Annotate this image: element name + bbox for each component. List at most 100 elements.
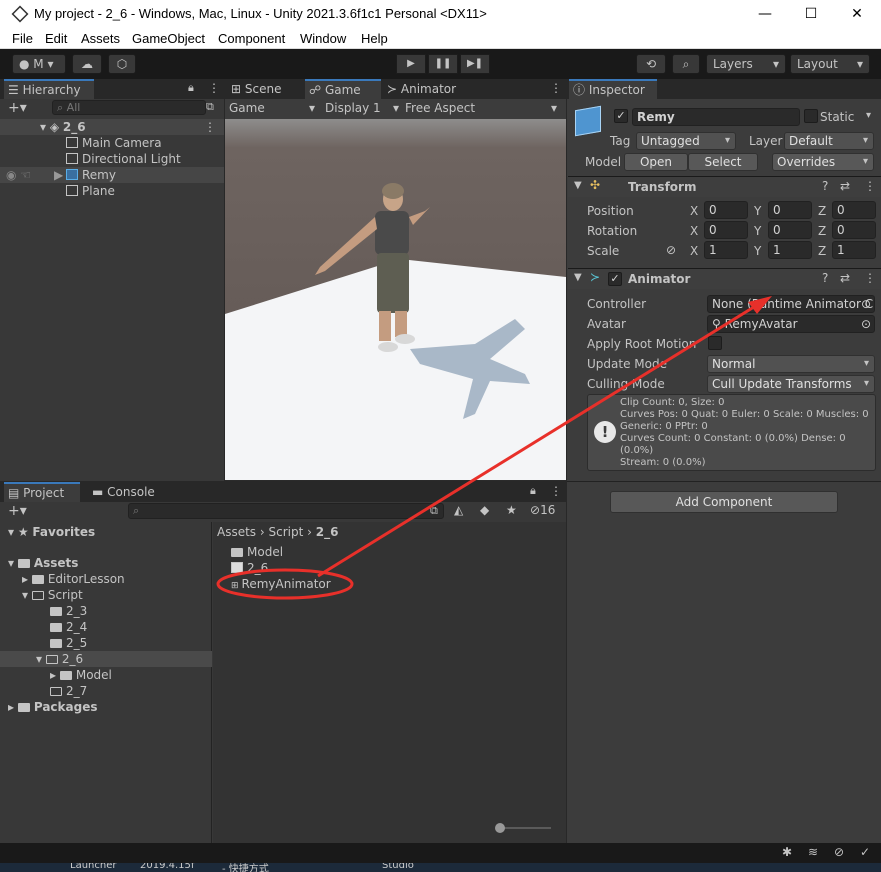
lock-icon[interactable]: 🔒︎ — [530, 484, 536, 498]
rotation-z-field[interactable]: 0 — [832, 221, 876, 239]
filter-type-icon[interactable]: ◭ — [454, 503, 463, 517]
update-mode-dropdown[interactable]: Normal — [707, 355, 875, 373]
folder-2-6[interactable]: ▾ 2_6 — [0, 651, 212, 667]
taskbar-item[interactable]: Launcher — [70, 863, 116, 871]
taskbar-item[interactable]: Studio — [382, 863, 414, 871]
tab-inspector[interactable]: ⓘ Inspector — [569, 79, 657, 99]
folder-2-4[interactable]: 2_4 — [50, 619, 87, 635]
tab-console[interactable]: ▬ Console — [88, 482, 164, 502]
auto-generate-icon[interactable]: ⊘ — [834, 845, 844, 859]
tag-dropdown[interactable]: Untagged — [636, 132, 736, 150]
history-icon[interactable]: ⟲ — [636, 54, 666, 74]
hidden-packages-icon[interactable]: ⊘16 — [530, 503, 555, 517]
collab-icon[interactable]: ⬡ — [108, 54, 136, 74]
overrides-dropdown[interactable]: Overrides — [772, 153, 874, 171]
add-icon[interactable]: +▾ — [8, 503, 27, 519]
taskbar-item[interactable]: 2019.4.15f — [140, 863, 194, 871]
project-search-input[interactable]: ⌕ — [128, 503, 444, 519]
active-checkbox[interactable]: ✓ — [614, 109, 628, 123]
favorite-star-icon[interactable]: ★ — [506, 503, 517, 517]
hierarchy-item-main-camera[interactable]: Main Camera — [66, 135, 162, 151]
scene-row[interactable]: ▾ ◈ 2_6 ⋮ — [0, 119, 224, 135]
file-remy-animator[interactable]: ⊞ RemyAnimator — [231, 576, 331, 592]
help-icon[interactable]: ? — [822, 179, 828, 193]
layers-dropdown[interactable]: Layers ▾ — [706, 54, 786, 74]
breadcrumb-script[interactable]: Script — [269, 525, 304, 539]
position-y-field[interactable]: 0 — [768, 201, 812, 219]
hierarchy-search-input[interactable]: ⌕ All — [52, 100, 206, 115]
apply-root-motion-checkbox[interactable] — [708, 336, 722, 350]
folder-editorlesson[interactable]: ▸ EditorLesson — [22, 571, 125, 587]
cloud-icon[interactable]: ☁ — [72, 54, 102, 74]
folder-script[interactable]: ▾ Script — [22, 587, 83, 603]
static-checkbox[interactable] — [804, 109, 818, 123]
pause-button[interactable]: ❚❚ — [428, 54, 458, 74]
tab-scene[interactable]: ⊞ Scene — [227, 79, 303, 99]
zoom-slider[interactable] — [495, 823, 551, 833]
file-model-folder[interactable]: Model — [231, 544, 283, 560]
add-component-button[interactable]: Add Component — [610, 491, 838, 513]
bug-icon[interactable]: ✱ — [782, 845, 792, 859]
select-model-button[interactable]: Select — [688, 153, 758, 171]
taskbar-item[interactable]: - 快捷方式 — [222, 863, 269, 872]
constrain-proportions-icon[interactable]: ⊘ — [666, 243, 676, 257]
tab-hierarchy[interactable]: ☰ Hierarchy — [4, 79, 94, 99]
menu-gameobject[interactable]: GameObject — [132, 31, 205, 46]
more-icon[interactable]: ⋮ — [208, 81, 220, 95]
stack-icon[interactable]: ≋ — [808, 845, 818, 859]
assets-item[interactable]: ▾ Assets — [8, 555, 78, 571]
folder-2-7[interactable]: 2_7 — [50, 683, 87, 699]
file-scene-2-6[interactable]: 2_6 — [231, 560, 268, 576]
avatar-field[interactable]: ⚲ RemyAvatar ⊙ — [707, 315, 875, 333]
breadcrumb-assets[interactable]: Assets — [217, 525, 256, 539]
more-icon[interactable]: ⋮ — [550, 81, 562, 95]
more-icon[interactable]: ⋮ — [864, 271, 876, 285]
more-icon[interactable]: ⋮ — [864, 179, 876, 193]
hierarchy-item-remy[interactable]: ◉ ☜ ▶ Remy — [0, 167, 224, 183]
game-mode-dropdown[interactable]: Game ▾ — [229, 101, 319, 115]
search-icon[interactable]: ⌕ — [672, 54, 700, 74]
preset-icon[interactable]: ⇄ — [840, 179, 850, 193]
menu-help[interactable]: Help — [361, 31, 388, 46]
static-dropdown-icon[interactable]: ▾ — [866, 110, 871, 121]
favorites-item[interactable]: ▾ ★ Favorites — [8, 524, 95, 540]
animator-enabled-checkbox[interactable]: ✓ — [608, 272, 622, 286]
zoom-slider-handle[interactable] — [495, 823, 505, 833]
menu-edit[interactable]: Edit — [45, 31, 67, 46]
tab-game[interactable]: ☍ Game — [305, 79, 381, 99]
scale-z-field[interactable]: 1 — [832, 241, 876, 259]
visibility-eye-icon[interactable]: ◉ ☜ — [6, 168, 31, 182]
folder-2-5[interactable]: 2_5 — [50, 635, 87, 651]
layout-dropdown[interactable]: Layout ▾ — [790, 54, 870, 74]
lock-icon[interactable]: 🔒︎ — [188, 81, 194, 95]
step-button[interactable]: ▶❚ — [460, 54, 490, 74]
position-z-field[interactable]: 0 — [832, 201, 876, 219]
filter-label-icon[interactable]: ◆ — [480, 503, 489, 517]
breadcrumb-2-6[interactable]: 2_6 — [316, 525, 339, 539]
display-dropdown[interactable]: Display 1 ▾ — [325, 101, 401, 115]
folder-2-3[interactable]: 2_3 — [50, 603, 87, 619]
rotation-y-field[interactable]: 0 — [768, 221, 812, 239]
add-icon[interactable]: +▾ — [8, 100, 27, 116]
minimize-button[interactable]: — — [742, 0, 788, 28]
culling-mode-dropdown[interactable]: Cull Update Transforms — [707, 375, 875, 393]
checkmark-icon[interactable]: ✓ — [860, 845, 870, 859]
preset-icon[interactable]: ⇄ — [840, 271, 850, 285]
position-x-field[interactable]: 0 — [704, 201, 748, 219]
account-dropdown[interactable]: ● M ▾ — [12, 54, 66, 74]
tab-project[interactable]: ▤ Project — [4, 482, 80, 502]
menu-window[interactable]: Window — [300, 31, 346, 46]
packages-item[interactable]: ▸ Packages — [8, 699, 97, 715]
tab-animator[interactable]: ≻ Animator — [383, 79, 473, 99]
animator-header[interactable]: ▼ ≻ ✓ Animator ? ⇄ ⋮ — [568, 268, 881, 289]
scale-x-field[interactable]: 1 — [704, 241, 748, 259]
more-icon[interactable]: ⋮ — [550, 484, 562, 498]
search-options-icon[interactable]: ⧉ — [430, 504, 438, 518]
controller-field[interactable]: None (Runtime Animator C ⊙ — [707, 295, 875, 313]
menu-file[interactable]: File — [12, 31, 33, 46]
play-button[interactable]: ▶ — [396, 54, 426, 74]
transform-header[interactable]: ▼ ✣ Transform ? ⇄ ⋮ — [568, 176, 881, 197]
open-model-button[interactable]: Open — [624, 153, 688, 171]
object-name-field[interactable]: Remy — [632, 108, 800, 126]
menu-component[interactable]: Component — [218, 31, 285, 46]
